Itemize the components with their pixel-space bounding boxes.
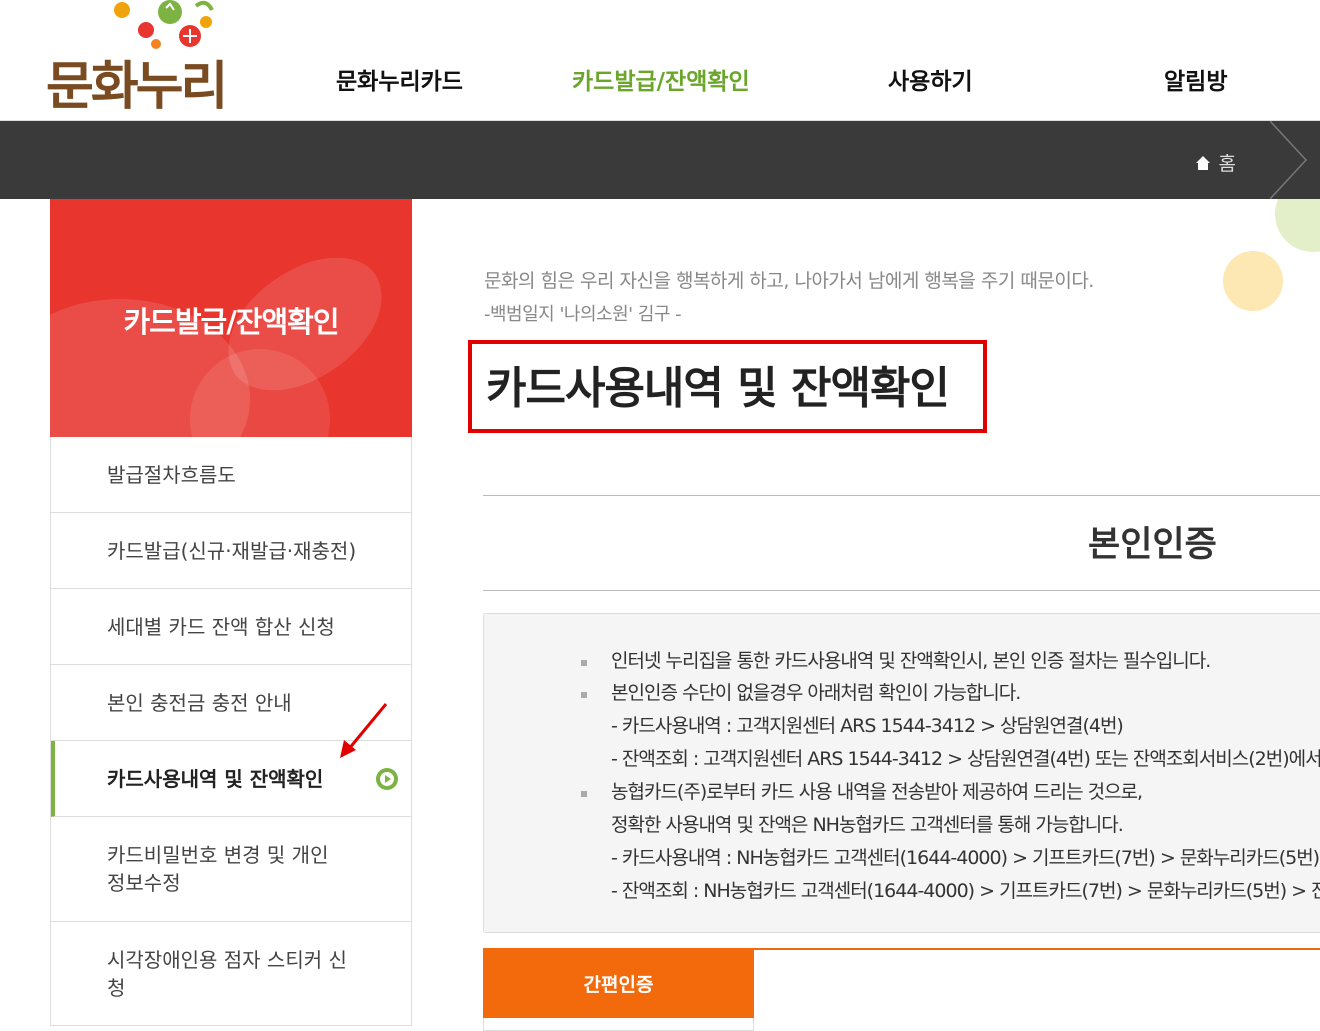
nav-item-munhwa-card[interactable]: 문화누리카드 xyxy=(336,62,463,96)
tab-panel-edge xyxy=(483,1018,754,1031)
sidebar-item-label: 세대별 카드 잔액 합산 신청 xyxy=(107,614,335,639)
play-circle-icon xyxy=(376,767,398,790)
sidebar-item-card-issue[interactable]: 카드발급(신규·재발급·재충전) xyxy=(51,513,411,589)
sidebar-item-label: 본인 충전금 충전 안내 xyxy=(107,690,292,715)
auth-tabs: 간편인증 xyxy=(483,948,1320,1031)
info-line: 농협카드(주)로부터 카드 사용 내역을 전송받아 제공하여 드리는 것으로, xyxy=(611,781,1143,803)
info-line: 본인인증 수단이 없을경우 아래처럼 확인이 가능합니다. xyxy=(611,682,1021,704)
divider xyxy=(483,495,1320,496)
info-line: - 잔액조회 : NH농협카드 고객센터(1644-4000) > 기프트카드(… xyxy=(611,880,1320,902)
decor-circles xyxy=(1223,199,1320,311)
sidebar-item-label: 발급절차흐름도 xyxy=(107,462,236,487)
sidebar-item-label: 시각장애인용 점자 스티커 신청 xyxy=(107,947,347,1000)
site-header: 문화누리 문화누리카드 카드발급/잔액확인 사용하기 알림방 xyxy=(0,0,1320,121)
home-icon xyxy=(1195,155,1210,170)
sidebar-header: 카드발급/잔액확인 xyxy=(50,199,412,437)
sidebar-item-braille-sticker[interactable]: 시각장애인용 점자 스티커 신청 xyxy=(51,922,411,1026)
info-line: 정확한 사용내역 및 잔액은 NH농협카드 고객센터를 통해 가능합니다. xyxy=(611,814,1124,836)
sidebar-item-label: 카드비밀번호 변경 및 개인 정보수정 xyxy=(107,843,329,895)
page-title: 카드사용내역 및 잔액확인 xyxy=(486,363,950,414)
tab-underline xyxy=(754,948,1320,950)
info-line: - 카드사용내역 : 고객지원센터 ARS 1544-3412 > 상담원연결(… xyxy=(611,715,1124,737)
divider xyxy=(483,590,1320,591)
info-line: - 잔액조회 : 고객지원센터 ARS 1544-3412 > 상담원연결(4번… xyxy=(611,748,1320,770)
location-bar: 홈 xyxy=(0,121,1320,199)
quote-text: 문화의 힘은 우리 자신을 행복하게 하고, 나아가서 남에게 행복을 주기 때… xyxy=(484,270,1094,292)
chevron-right-icon xyxy=(1270,121,1308,199)
nav-item-card-issue[interactable]: 카드발급/잔액확인 xyxy=(572,62,750,96)
breadcrumb-home[interactable]: 홈 xyxy=(1195,149,1236,176)
info-line: 인터넷 누리집을 통한 카드사용내역 및 잔액확인시, 본인 인증 절차는 필수… xyxy=(611,650,1211,672)
sidebar-item-label: 카드발급(신규·재발급·재충전) xyxy=(107,538,357,563)
sidebar-title: 카드발급/잔액확인 xyxy=(123,305,339,339)
sidebar-item-password-change[interactable]: 카드비밀번호 변경 및 개인 정보수정 xyxy=(51,817,411,922)
breadcrumb-home-label: 홈 xyxy=(1218,153,1236,175)
bullet-icon xyxy=(581,660,587,666)
nav-item-notice[interactable]: 알림방 xyxy=(1164,62,1227,96)
bullet-icon xyxy=(581,692,587,698)
logo-fruits-icon xyxy=(114,0,214,49)
nav-item-usage[interactable]: 사용하기 xyxy=(888,62,973,96)
main-nav: 문화누리카드 카드발급/잔액확인 사용하기 알림방 xyxy=(0,62,1320,102)
sidebar-item-issue-flow[interactable]: 발급절차흐름도 xyxy=(51,437,411,513)
info-line: - 카드사용내역 : NH농협카드 고객센터(1644-4000) > 기프트카… xyxy=(611,847,1320,869)
quote-author: -백범일지 '나의소원' 김구 - xyxy=(484,304,682,325)
tab-simple-auth[interactable]: 간편인증 xyxy=(483,948,754,1018)
sidebar-item-label: 카드사용내역 및 잔액확인 xyxy=(107,766,324,791)
sidebar-item-household-balance[interactable]: 세대별 카드 잔액 합산 신청 xyxy=(51,589,411,665)
arrow-annotation-icon xyxy=(340,703,388,758)
bullet-icon xyxy=(581,791,587,797)
info-box: 인터넷 누리집을 통한 카드사용내역 및 잔액확인시, 본인 인증 절차는 필수… xyxy=(483,613,1320,933)
section-title: 본인인증 xyxy=(1088,525,1217,565)
